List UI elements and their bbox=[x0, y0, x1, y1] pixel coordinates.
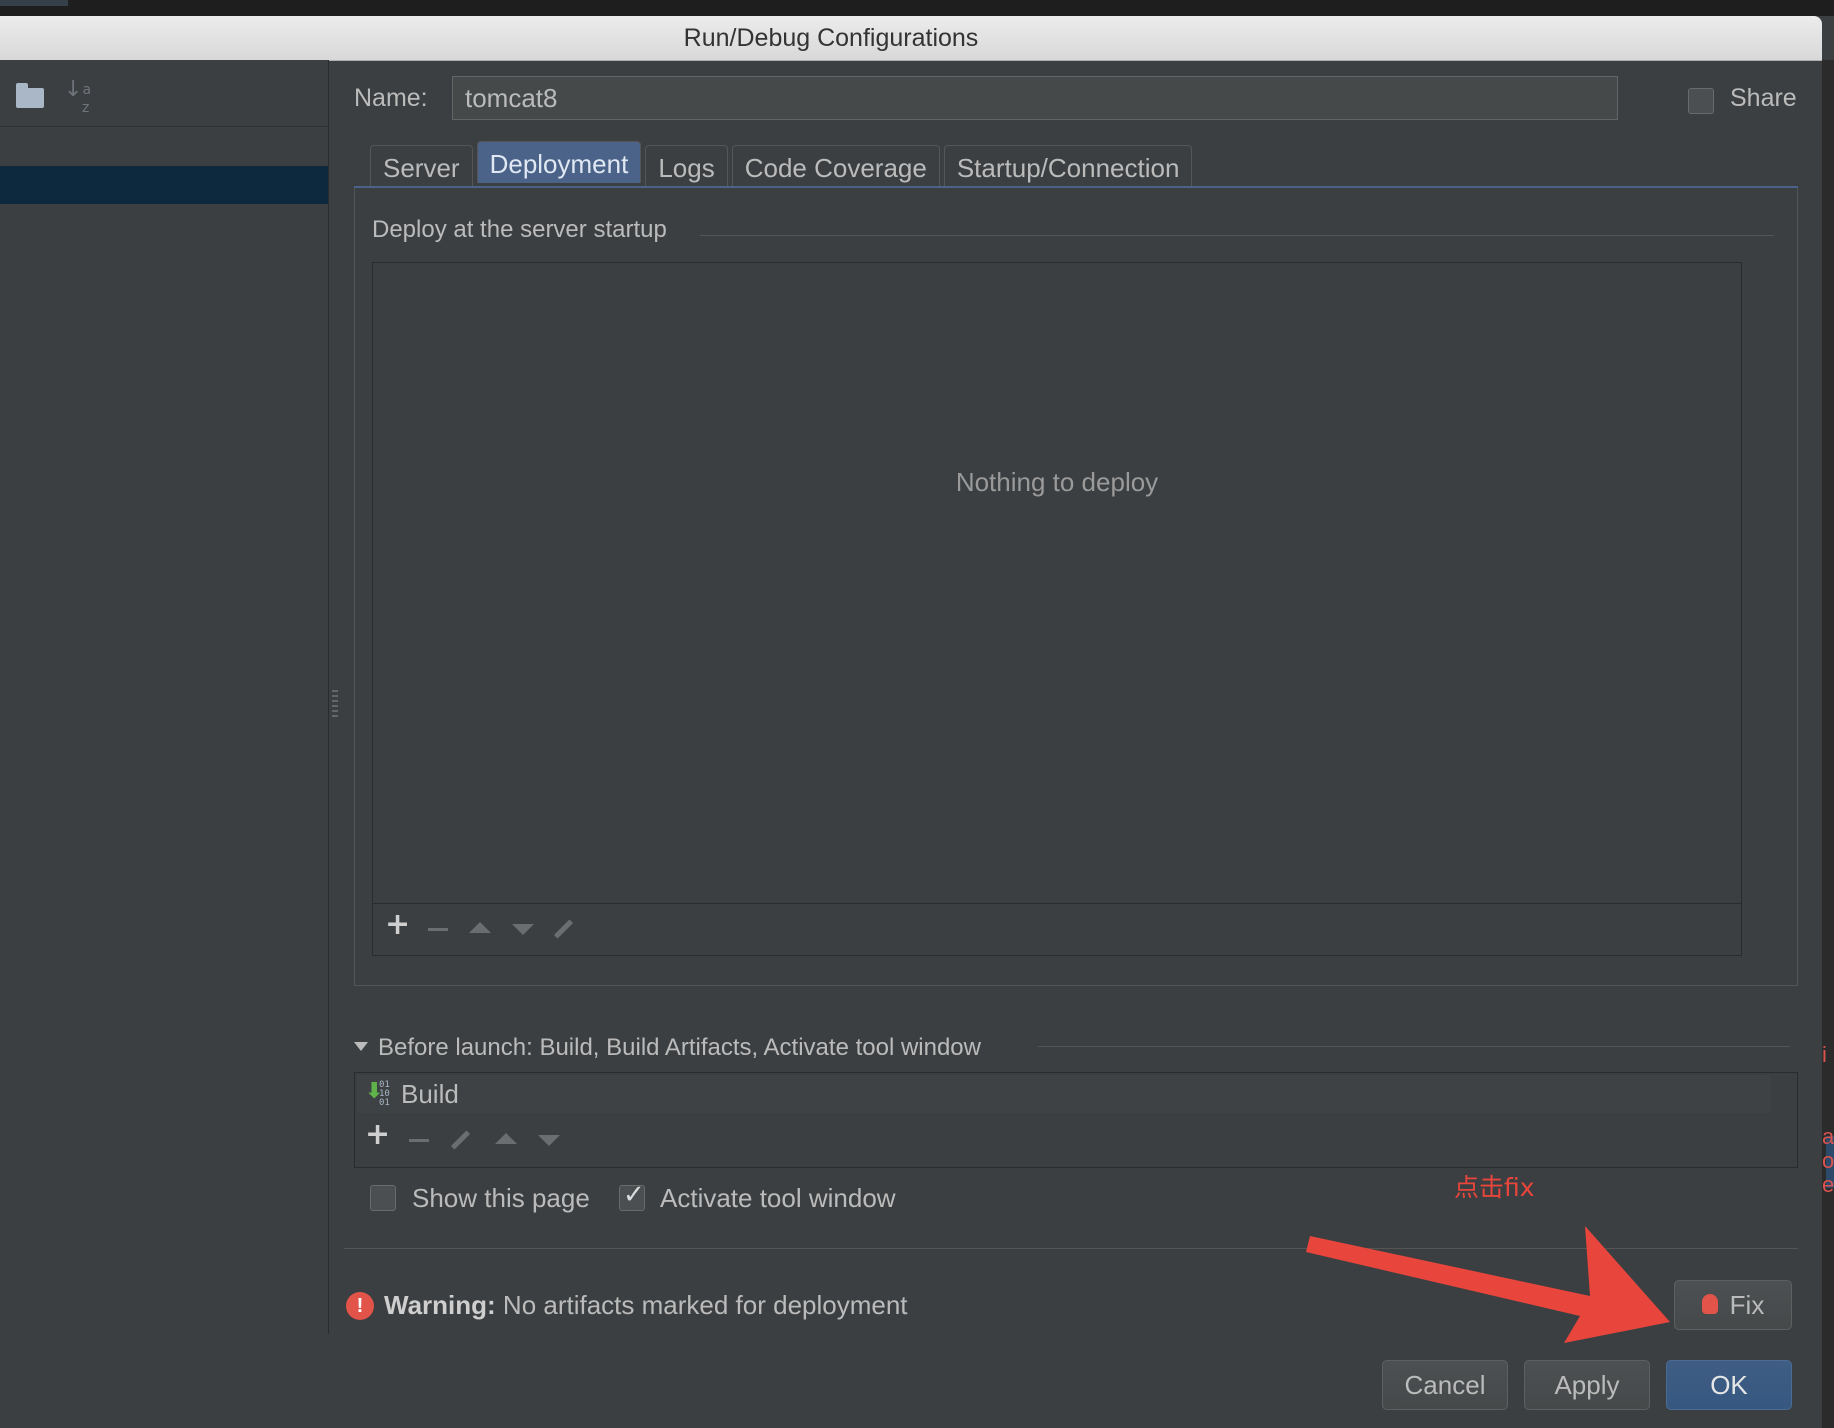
share-checkbox[interactable] bbox=[1688, 88, 1714, 114]
background-window-edge: i a o e bbox=[1822, 60, 1834, 1428]
window-title: Run/Debug Configurations bbox=[683, 24, 979, 52]
tab-startup-connection[interactable]: Startup/Connection bbox=[943, 145, 1193, 187]
remove-icon[interactable] bbox=[428, 928, 448, 931]
section-divider bbox=[700, 235, 1774, 236]
config-tabs: Server Deployment Logs Code Coverage Sta… bbox=[370, 141, 1196, 187]
share-label[interactable]: Share bbox=[1730, 84, 1797, 113]
warning-message: No artifacts marked for deployment bbox=[502, 1290, 908, 1320]
background-text-fragment: a bbox=[1822, 1124, 1834, 1149]
background-text-fragment: o bbox=[1822, 1148, 1834, 1173]
warning-prefix: Warning: bbox=[384, 1290, 496, 1320]
edit-icon[interactable] bbox=[553, 919, 574, 939]
deployment-toolbar: + bbox=[373, 903, 1741, 955]
tab-server[interactable]: Server bbox=[370, 145, 473, 187]
fix-button-label: Fix bbox=[1729, 1290, 1765, 1320]
tab-logs[interactable]: Logs bbox=[645, 145, 728, 187]
panel-splitter-handle[interactable] bbox=[332, 690, 338, 720]
activate-tool-window-checkbox[interactable] bbox=[619, 1180, 645, 1211]
before-launch-title[interactable]: Before launch: Build, Build Artifacts, A… bbox=[378, 1034, 981, 1062]
edit-icon[interactable] bbox=[450, 1130, 471, 1150]
tree-toolbar: ↓a z bbox=[0, 60, 328, 127]
add-icon[interactable]: + bbox=[365, 1117, 390, 1152]
before-launch-toolbar: + bbox=[355, 1115, 1797, 1167]
deployment-list-box: Nothing to deploy + bbox=[372, 262, 1742, 956]
build-icon: ⬇ 01 10 01 bbox=[365, 1079, 390, 1108]
deployment-list[interactable]: Nothing to deploy bbox=[373, 263, 1741, 904]
lightbulb-icon bbox=[1701, 1294, 1718, 1315]
list-item[interactable]: ⬇ 01 10 01 Build bbox=[357, 1075, 1771, 1113]
empty-list-text: Nothing to deploy bbox=[955, 467, 1159, 497]
fix-button[interactable]: Fix bbox=[1674, 1280, 1792, 1330]
tab-code-coverage[interactable]: Code Coverage bbox=[731, 145, 940, 187]
tab-deployment[interactable]: Deployment bbox=[476, 141, 642, 183]
folder-icon[interactable] bbox=[16, 83, 44, 108]
move-down-icon[interactable] bbox=[538, 1135, 560, 1146]
annotation-text: 点击fix bbox=[1454, 1173, 1535, 1202]
tree-selected-item[interactable] bbox=[0, 166, 328, 204]
add-icon[interactable]: + bbox=[385, 907, 410, 942]
activate-tool-window-label[interactable]: Activate tool window bbox=[660, 1183, 896, 1214]
warning-text: Warning: No artifacts marked for deploym… bbox=[384, 1290, 908, 1321]
section-divider bbox=[1038, 1046, 1790, 1047]
move-down-icon[interactable] bbox=[512, 924, 534, 935]
annotation-arrow bbox=[1306, 1226, 1670, 1343]
configurations-tree-panel: ↓a z bbox=[0, 60, 329, 1334]
cancel-button[interactable]: Cancel bbox=[1382, 1360, 1508, 1410]
warning-icon: ! bbox=[346, 1292, 374, 1320]
show-this-page-label[interactable]: Show this page bbox=[412, 1183, 590, 1214]
remove-icon[interactable] bbox=[409, 1139, 429, 1142]
background-text-fragment: e bbox=[1822, 1172, 1834, 1197]
deploy-section-title: Deploy at the server startup bbox=[372, 216, 667, 243]
move-up-icon[interactable] bbox=[469, 922, 491, 933]
ok-button[interactable]: OK bbox=[1666, 1360, 1792, 1410]
before-launch-list: ⬇ 01 10 01 Build + bbox=[354, 1072, 1798, 1168]
move-up-icon[interactable] bbox=[495, 1133, 517, 1144]
background-text-fragment: i bbox=[1822, 1042, 1827, 1067]
show-this-page-checkbox[interactable] bbox=[370, 1185, 396, 1211]
window-titlebar[interactable]: Run/Debug Configurations bbox=[0, 16, 1822, 61]
background-tab bbox=[0, 0, 68, 6]
background-strip bbox=[0, 0, 1834, 16]
list-item-label: Build bbox=[401, 1079, 459, 1109]
collapse-triangle-icon[interactable] bbox=[354, 1042, 368, 1051]
apply-button[interactable]: Apply bbox=[1524, 1360, 1650, 1410]
sort-alphabetically-icon[interactable]: ↓a z bbox=[64, 79, 91, 117]
name-label: Name: bbox=[354, 84, 428, 112]
name-input[interactable] bbox=[452, 76, 1618, 120]
